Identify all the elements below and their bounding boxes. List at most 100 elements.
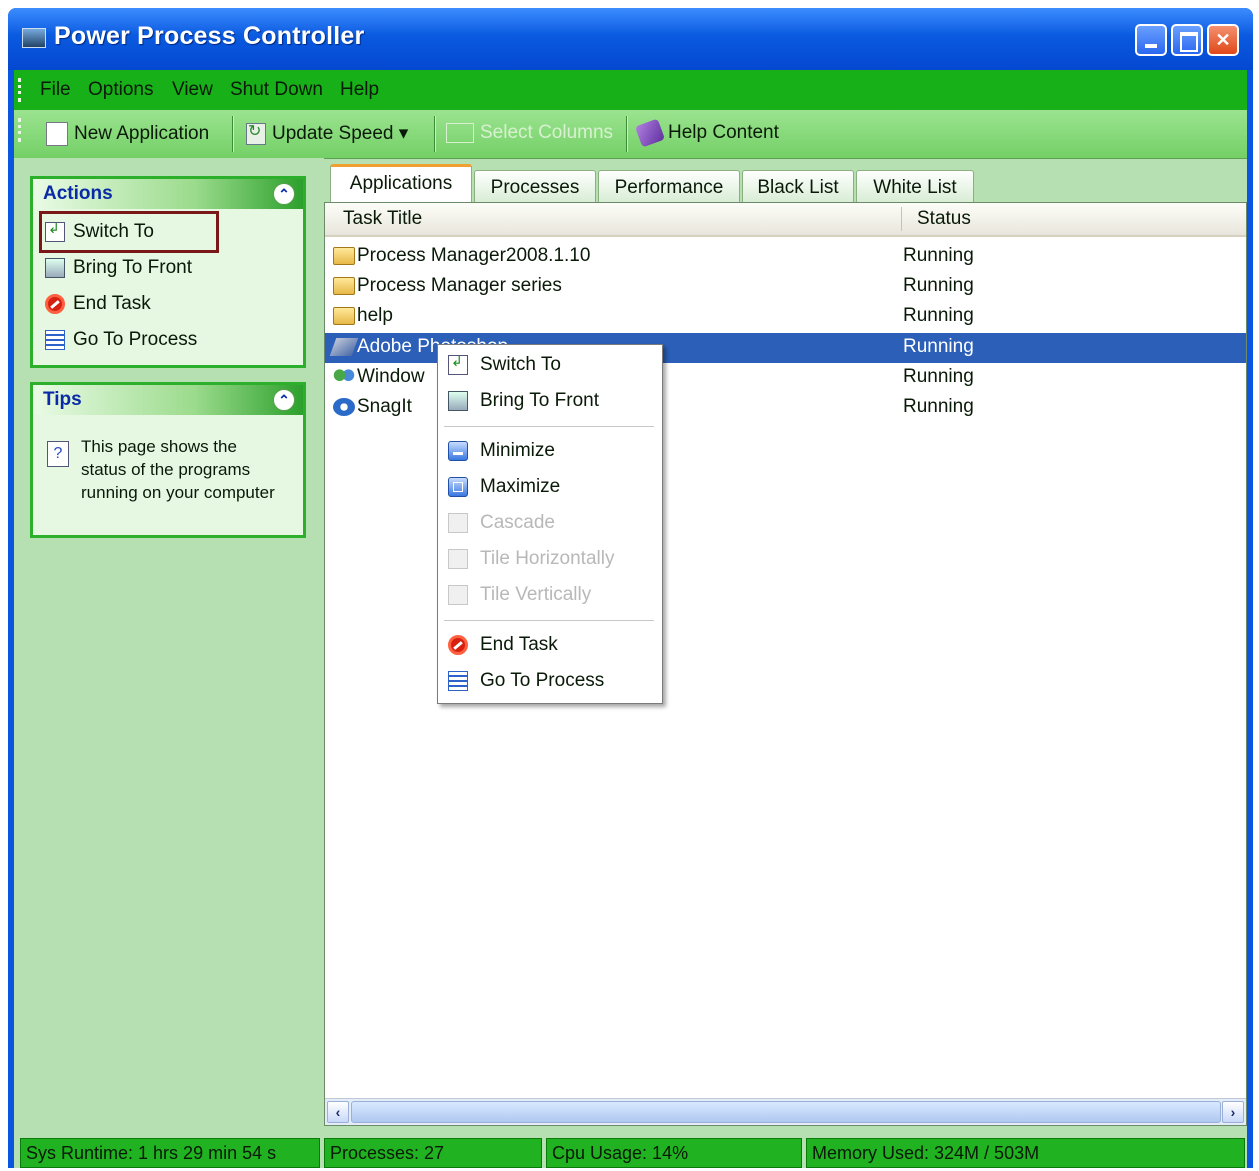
ctx-label: Tile Vertically (480, 584, 592, 605)
context-menu: Switch To Bring To Front Minimize Maximi… (437, 344, 663, 704)
menu-bar: File Options View Shut Down Help (14, 70, 1247, 110)
actions-panel: Actions ⌃ Switch To Bring To Front End T… (30, 176, 306, 368)
toolbar-separator (626, 116, 628, 152)
end-task-icon (45, 294, 65, 314)
status-memory: Memory Used: 324M / 503M (806, 1138, 1245, 1168)
maximize-button[interactable] (1171, 24, 1203, 56)
ctx-label: Switch To (480, 354, 561, 375)
menu-shut-down[interactable]: Shut Down (230, 79, 323, 101)
update-speed-dropdown[interactable]: Update Speed ▾ (246, 121, 408, 145)
tab-white-list[interactable]: White List (856, 170, 974, 204)
action-label: End Task (73, 293, 151, 314)
task-pane: Actions ⌃ Switch To Bring To Front End T… (14, 158, 324, 1126)
snagit-icon (333, 398, 355, 416)
row-status: Running (903, 275, 974, 296)
ctx-label: Tile Horizontally (480, 548, 615, 569)
ctx-minimize[interactable]: Minimize (444, 435, 654, 467)
help-content-button[interactable]: Help Content (634, 118, 779, 148)
ctx-end-task[interactable]: End Task (444, 629, 654, 661)
tab-black-list[interactable]: Black List (742, 170, 854, 204)
toolbar-grip-handle[interactable] (18, 118, 24, 142)
action-bring-to-front[interactable]: Bring To Front (45, 257, 192, 279)
select-columns-button[interactable]: Select Columns (446, 122, 613, 144)
table-row[interactable]: help Running (325, 302, 1246, 332)
title-bar[interactable]: Power Process Controller ✕ (8, 8, 1253, 70)
actions-header[interactable]: Actions ⌃ (33, 179, 303, 209)
status-bar: Sys Runtime: 1 hrs 29 min 54 s Processes… (14, 1126, 1247, 1168)
column-task-title[interactable]: Task Title (343, 208, 422, 230)
table-row[interactable]: Process Manager2008.1.10 Running (325, 242, 1246, 272)
menu-options[interactable]: Options (88, 79, 153, 101)
end-task-icon (448, 635, 468, 655)
table-row[interactable]: Process Manager series Running (325, 272, 1246, 302)
ctx-bring-to-front[interactable]: Bring To Front (444, 385, 654, 417)
tile-vertically-icon (448, 585, 468, 605)
tab-performance[interactable]: Performance (598, 170, 740, 204)
status-runtime: Sys Runtime: 1 hrs 29 min 54 s (20, 1138, 320, 1168)
collapse-tips-button[interactable]: ⌃ (273, 389, 295, 411)
bring-to-front-icon (45, 258, 65, 278)
horizontal-scrollbar[interactable]: ‹ › (325, 1098, 1246, 1125)
row-title: SnagIt (357, 396, 412, 417)
app-icon (22, 28, 46, 48)
ctx-cascade: Cascade (444, 507, 654, 539)
menu-file[interactable]: File (40, 79, 71, 101)
cascade-icon (448, 513, 468, 533)
ctx-tile-horizontally: Tile Horizontally (444, 543, 654, 575)
row-status: Running (903, 245, 974, 266)
scroll-right-button[interactable]: › (1222, 1101, 1244, 1123)
window-title: Power Process Controller (54, 22, 365, 50)
ctx-label: Bring To Front (480, 390, 599, 411)
action-label: Switch To (73, 221, 154, 242)
tile-horizontally-icon (448, 549, 468, 569)
minimize-icon (448, 441, 468, 461)
switch-to-icon (45, 220, 65, 242)
ctx-label: Go To Process (480, 670, 605, 691)
tab-processes[interactable]: Processes (474, 170, 596, 204)
column-status[interactable]: Status (917, 208, 971, 230)
action-label: Bring To Front (73, 257, 192, 278)
new-application-label: New Application (74, 123, 210, 144)
column-header: Task Title Status (325, 203, 1246, 237)
ctx-switch-to[interactable]: Switch To (444, 349, 654, 381)
tips-text: This page shows the status of the progra… (81, 437, 275, 502)
menu-separator (444, 426, 654, 427)
close-icon: ✕ (1215, 30, 1231, 50)
bring-to-front-icon (448, 391, 468, 411)
minimize-button[interactable] (1135, 24, 1167, 56)
action-go-to-process[interactable]: Go To Process (45, 329, 197, 351)
folder-icon (333, 247, 355, 265)
help-content-label: Help Content (668, 122, 779, 143)
actions-title: Actions (43, 183, 113, 204)
minimize-icon (1137, 26, 1165, 54)
switch-to-icon (448, 353, 468, 375)
ctx-tile-vertically: Tile Vertically (444, 579, 654, 611)
menu-grip-handle[interactable] (18, 78, 24, 102)
ctx-label: Maximize (480, 476, 561, 497)
ctx-go-to-process[interactable]: Go To Process (444, 665, 654, 697)
action-end-task[interactable]: End Task (45, 293, 151, 315)
row-status: Running (903, 396, 974, 417)
refresh-icon (246, 121, 266, 145)
new-application-button[interactable]: New Application (46, 122, 209, 146)
menu-view[interactable]: View (172, 79, 213, 101)
photoshop-icon (329, 338, 359, 356)
row-status: Running (903, 366, 974, 387)
menu-help[interactable]: Help (340, 79, 379, 101)
action-switch-to[interactable]: Switch To (45, 220, 154, 243)
scroll-left-button[interactable]: ‹ (327, 1101, 349, 1123)
toolbar: New Application Update Speed ▾ Select Co… (14, 110, 1247, 159)
help-page-icon: ? (47, 441, 69, 467)
collapse-actions-button[interactable]: ⌃ (273, 183, 295, 205)
ctx-label: Minimize (480, 440, 555, 461)
tips-header[interactable]: Tips ⌃ (33, 385, 303, 415)
tips-title: Tips (43, 389, 82, 410)
close-button[interactable]: ✕ (1207, 24, 1239, 56)
help-book-icon (634, 118, 666, 148)
scroll-thumb[interactable] (351, 1101, 1221, 1123)
windows-icon (333, 368, 355, 386)
row-status: Running (903, 305, 974, 326)
column-divider[interactable] (901, 207, 902, 231)
tab-applications[interactable]: Applications (330, 164, 472, 204)
ctx-maximize[interactable]: Maximize (444, 471, 654, 503)
